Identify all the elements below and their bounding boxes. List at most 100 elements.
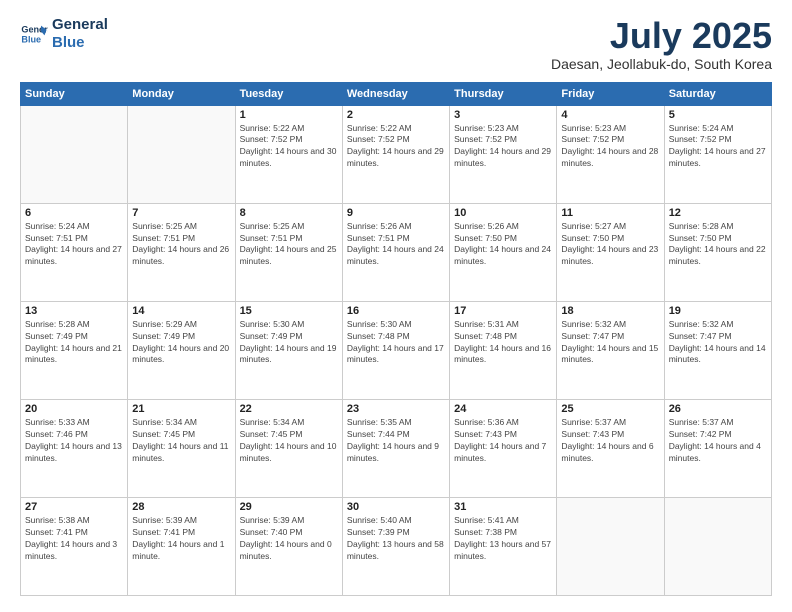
day-number: 14 bbox=[132, 305, 230, 317]
day-cell: 20 Sunrise: 5:33 AMSunset: 7:46 PMDayligh… bbox=[21, 399, 128, 497]
day-cell: 4 Sunrise: 5:23 AMSunset: 7:52 PMDaylight… bbox=[557, 105, 664, 203]
day-number: 25 bbox=[561, 403, 659, 415]
day-cell: 12 Sunrise: 5:28 AMSunset: 7:50 PMDayligh… bbox=[664, 203, 771, 301]
day-number: 19 bbox=[669, 305, 767, 317]
day-number: 23 bbox=[347, 403, 445, 415]
day-number: 5 bbox=[669, 109, 767, 121]
day-detail: Sunrise: 5:24 AMSunset: 7:51 PMDaylight:… bbox=[25, 221, 123, 269]
day-cell: 22 Sunrise: 5:34 AMSunset: 7:45 PMDayligh… bbox=[235, 399, 342, 497]
day-cell: 27 Sunrise: 5:38 AMSunset: 7:41 PMDayligh… bbox=[21, 497, 128, 595]
day-number: 15 bbox=[240, 305, 338, 317]
day-detail: Sunrise: 5:39 AMSunset: 7:41 PMDaylight:… bbox=[132, 515, 230, 563]
day-cell: 26Sunrise: 5:37 AMSunset: 7:42 PMDayligh… bbox=[664, 399, 771, 497]
day-cell: 19 Sunrise: 5:32 AMSunset: 7:47 PMDayligh… bbox=[664, 301, 771, 399]
day-detail: Sunrise: 5:25 AMSunset: 7:51 PMDaylight:… bbox=[132, 221, 230, 269]
day-number: 20 bbox=[25, 403, 123, 415]
day-detail: Sunrise: 5:25 AMSunset: 7:51 PMDaylight:… bbox=[240, 221, 338, 269]
day-detail: Sunrise: 5:23 AMSunset: 7:52 PMDaylight:… bbox=[561, 123, 659, 171]
day-cell: 29 Sunrise: 5:39 AMSunset: 7:40 PMDayligh… bbox=[235, 497, 342, 595]
day-number: 16 bbox=[347, 305, 445, 317]
day-number: 6 bbox=[25, 207, 123, 219]
day-cell: 7 Sunrise: 5:25 AMSunset: 7:51 PMDaylight… bbox=[128, 203, 235, 301]
day-detail: Sunrise: 5:30 AMSunset: 7:49 PMDaylight:… bbox=[240, 319, 338, 367]
day-number: 1 bbox=[240, 109, 338, 121]
day-cell: 25 Sunrise: 5:37 AMSunset: 7:43 PMDayligh… bbox=[557, 399, 664, 497]
day-detail: Sunrise: 5:34 AMSunset: 7:45 PMDaylight:… bbox=[132, 417, 230, 465]
day-number: 31 bbox=[454, 501, 552, 513]
day-cell: 11Sunrise: 5:27 AMSunset: 7:50 PMDayligh… bbox=[557, 203, 664, 301]
logo-icon: General Blue bbox=[20, 20, 48, 48]
day-number: 22 bbox=[240, 403, 338, 415]
day-detail: Sunrise: 5:30 AMSunset: 7:48 PMDaylight:… bbox=[347, 319, 445, 367]
calendar-table: SundayMondayTuesdayWednesdayThursdayFrid… bbox=[20, 82, 772, 596]
day-number: 13 bbox=[25, 305, 123, 317]
weekday-header-row: SundayMondayTuesdayWednesdayThursdayFrid… bbox=[21, 82, 772, 105]
day-cell: 3 Sunrise: 5:23 AMSunset: 7:52 PMDaylight… bbox=[450, 105, 557, 203]
day-detail: Sunrise: 5:32 AMSunset: 7:47 PMDaylight:… bbox=[669, 319, 767, 367]
day-number: 2 bbox=[347, 109, 445, 121]
weekday-saturday: Saturday bbox=[664, 82, 771, 105]
day-number: 9 bbox=[347, 207, 445, 219]
week-row-4: 20 Sunrise: 5:33 AMSunset: 7:46 PMDayligh… bbox=[21, 399, 772, 497]
day-number: 21 bbox=[132, 403, 230, 415]
day-number: 3 bbox=[454, 109, 552, 121]
weekday-sunday: Sunday bbox=[21, 82, 128, 105]
day-number: 7 bbox=[132, 207, 230, 219]
svg-text:Blue: Blue bbox=[21, 34, 41, 44]
weekday-wednesday: Wednesday bbox=[342, 82, 449, 105]
day-number: 27 bbox=[25, 501, 123, 513]
day-detail: Sunrise: 5:28 AMSunset: 7:49 PMDaylight:… bbox=[25, 319, 123, 367]
day-detail: Sunrise: 5:38 AMSunset: 7:41 PMDaylight:… bbox=[25, 515, 123, 563]
week-row-3: 13 Sunrise: 5:28 AMSunset: 7:49 PMDayligh… bbox=[21, 301, 772, 399]
location: Daesan, Jeollabuk-do, South Korea bbox=[551, 56, 772, 72]
day-cell: 21 Sunrise: 5:34 AMSunset: 7:45 PMDayligh… bbox=[128, 399, 235, 497]
day-cell: 13 Sunrise: 5:28 AMSunset: 7:49 PMDayligh… bbox=[21, 301, 128, 399]
day-detail: Sunrise: 5:31 AMSunset: 7:48 PMDaylight:… bbox=[454, 319, 552, 367]
day-cell: 31 Sunrise: 5:41 AMSunset: 7:38 PMDayligh… bbox=[450, 497, 557, 595]
title-area: July 2025 Daesan, Jeollabuk-do, South Ko… bbox=[551, 16, 772, 72]
day-detail: Sunrise: 5:28 AMSunset: 7:50 PMDaylight:… bbox=[669, 221, 767, 269]
day-number: 26 bbox=[669, 403, 767, 415]
day-cell: 28 Sunrise: 5:39 AMSunset: 7:41 PMDayligh… bbox=[128, 497, 235, 595]
day-detail: Sunrise: 5:35 AMSunset: 7:44 PMDaylight:… bbox=[347, 417, 445, 465]
day-detail: Sunrise: 5:41 AMSunset: 7:38 PMDaylight:… bbox=[454, 515, 552, 563]
day-cell: 24Sunrise: 5:36 AMSunset: 7:43 PMDayligh… bbox=[450, 399, 557, 497]
logo-blue: Blue bbox=[52, 34, 108, 52]
day-detail: Sunrise: 5:22 AMSunset: 7:52 PMDaylight:… bbox=[347, 123, 445, 171]
day-cell: 17 Sunrise: 5:31 AMSunset: 7:48 PMDayligh… bbox=[450, 301, 557, 399]
week-row-2: 6 Sunrise: 5:24 AMSunset: 7:51 PMDaylight… bbox=[21, 203, 772, 301]
day-cell: 18 Sunrise: 5:32 AMSunset: 7:47 PMDayligh… bbox=[557, 301, 664, 399]
day-cell: 10Sunrise: 5:26 AMSunset: 7:50 PMDayligh… bbox=[450, 203, 557, 301]
day-cell: 8 Sunrise: 5:25 AMSunset: 7:51 PMDaylight… bbox=[235, 203, 342, 301]
day-number: 8 bbox=[240, 207, 338, 219]
day-number: 11 bbox=[561, 207, 659, 219]
day-detail: Sunrise: 5:37 AMSunset: 7:43 PMDaylight:… bbox=[561, 417, 659, 465]
day-number: 4 bbox=[561, 109, 659, 121]
day-number: 17 bbox=[454, 305, 552, 317]
day-cell: 14Sunrise: 5:29 AMSunset: 7:49 PMDayligh… bbox=[128, 301, 235, 399]
month-title: July 2025 bbox=[551, 16, 772, 56]
day-detail: Sunrise: 5:32 AMSunset: 7:47 PMDaylight:… bbox=[561, 319, 659, 367]
day-cell bbox=[21, 105, 128, 203]
day-detail: Sunrise: 5:22 AMSunset: 7:52 PMDaylight:… bbox=[240, 123, 338, 171]
day-detail: Sunrise: 5:40 AMSunset: 7:39 PMDaylight:… bbox=[347, 515, 445, 563]
day-cell bbox=[128, 105, 235, 203]
weekday-tuesday: Tuesday bbox=[235, 82, 342, 105]
day-number: 10 bbox=[454, 207, 552, 219]
week-row-1: 1 Sunrise: 5:22 AMSunset: 7:52 PMDaylight… bbox=[21, 105, 772, 203]
day-detail: Sunrise: 5:23 AMSunset: 7:52 PMDaylight:… bbox=[454, 123, 552, 171]
week-row-5: 27 Sunrise: 5:38 AMSunset: 7:41 PMDayligh… bbox=[21, 497, 772, 595]
day-cell: 16 Sunrise: 5:30 AMSunset: 7:48 PMDayligh… bbox=[342, 301, 449, 399]
page: General Blue General Blue July 2025 Daes… bbox=[0, 0, 792, 612]
weekday-thursday: Thursday bbox=[450, 82, 557, 105]
day-number: 18 bbox=[561, 305, 659, 317]
day-number: 28 bbox=[132, 501, 230, 513]
day-number: 29 bbox=[240, 501, 338, 513]
day-cell: 2 Sunrise: 5:22 AMSunset: 7:52 PMDaylight… bbox=[342, 105, 449, 203]
day-cell: 1 Sunrise: 5:22 AMSunset: 7:52 PMDaylight… bbox=[235, 105, 342, 203]
day-number: 12 bbox=[669, 207, 767, 219]
day-detail: Sunrise: 5:34 AMSunset: 7:45 PMDaylight:… bbox=[240, 417, 338, 465]
day-cell: 9Sunrise: 5:26 AMSunset: 7:51 PMDaylight… bbox=[342, 203, 449, 301]
day-detail: Sunrise: 5:33 AMSunset: 7:46 PMDaylight:… bbox=[25, 417, 123, 465]
day-detail: Sunrise: 5:39 AMSunset: 7:40 PMDaylight:… bbox=[240, 515, 338, 563]
